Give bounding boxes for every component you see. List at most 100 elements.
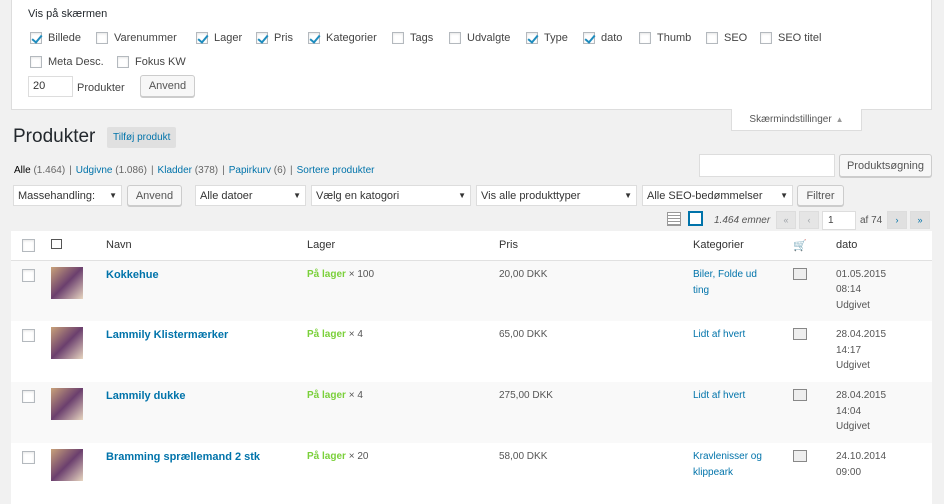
column-toggle[interactable]: Udvalgte (449, 32, 510, 44)
checkbox[interactable] (30, 56, 42, 68)
sort-products-link[interactable]: Sortere produkter (297, 165, 375, 176)
product-type-icon (793, 328, 807, 340)
stock-status: På lager (307, 268, 346, 280)
filter-all-link[interactable]: Alle (14, 165, 31, 176)
items-count: 1.464 emner (714, 215, 771, 226)
column-toggle[interactable]: Varenummer (96, 32, 177, 44)
seo-filter-select[interactable]: Alle SEO-bedømmelser ▼ (642, 185, 793, 206)
column-toggle[interactable]: Type (526, 32, 568, 44)
product-name-link[interactable]: Lammily dukke (106, 390, 185, 402)
column-toggle-label: dato (601, 32, 623, 44)
date-value: 28.04.2015 (836, 329, 887, 340)
column-toggle[interactable]: Thumb (639, 32, 691, 44)
add-product-button[interactable]: Tilføj produkt (107, 127, 177, 148)
screen-options-tab-label: Skærmindstillinger (749, 114, 832, 125)
excerpt-view-icon[interactable] (688, 211, 703, 226)
screen-options-title: Vis på skærmen (28, 8, 108, 20)
column-toggle-label: Thumb (657, 32, 692, 44)
row-checkbox[interactable] (22, 390, 35, 403)
column-toggle[interactable]: Billede (30, 32, 81, 44)
current-page-input[interactable]: 1 (822, 211, 856, 230)
product-thumbnail[interactable] (51, 266, 83, 299)
screen-apply-button[interactable]: Anvend (140, 75, 195, 97)
filter-published-link[interactable]: Udgivne (76, 165, 113, 176)
column-toggle[interactable]: Meta Desc. (30, 56, 104, 68)
checkbox[interactable] (30, 32, 42, 44)
column-toggle[interactable]: SEO titel (760, 32, 821, 44)
filter-button[interactable]: Filtrer (797, 185, 844, 206)
category-link[interactable]: Kravlenisser og (693, 449, 793, 465)
product-search-button[interactable]: Produktsøgning (839, 154, 932, 177)
column-toggle-label: Meta Desc. (48, 56, 104, 68)
checkbox[interactable] (583, 32, 595, 44)
checkbox[interactable] (639, 32, 651, 44)
column-toggle[interactable]: Fokus KW (117, 56, 186, 68)
product-thumbnail[interactable] (51, 388, 83, 420)
caret-up-icon: ▲ (835, 115, 844, 124)
column-toggle[interactable]: Lager (196, 32, 242, 44)
column-toggle[interactable]: SEO (706, 32, 747, 44)
stock-qty: × 100 (348, 268, 375, 280)
checkbox[interactable] (308, 32, 320, 44)
product-name-link[interactable]: Bramming sprællemand 2 stk (106, 451, 260, 463)
checkbox[interactable] (449, 32, 461, 44)
date-column-header[interactable]: dato (836, 231, 932, 261)
checkbox[interactable] (256, 32, 268, 44)
search-input[interactable] (699, 154, 835, 177)
next-page-button[interactable]: › (887, 211, 907, 229)
checkbox[interactable] (117, 56, 129, 68)
column-toggle[interactable]: Pris (256, 32, 293, 44)
column-toggle[interactable]: dato (583, 32, 622, 44)
category-link[interactable]: Lidt af hvert (693, 388, 793, 404)
product-thumbnail[interactable] (51, 327, 83, 359)
page-title: Produkter (13, 126, 96, 147)
chevron-down-icon: ▼ (780, 191, 788, 200)
stock-column-header: Lager (307, 231, 499, 261)
checkbox[interactable] (96, 32, 108, 44)
filter-drafts-link[interactable]: Kladder (158, 165, 192, 176)
filter-trash-link[interactable]: Papirkurv (229, 165, 271, 176)
column-toggle-label: SEO titel (778, 32, 822, 44)
category-link[interactable]: Biler, Folde ud (693, 267, 793, 283)
price-column-header[interactable]: Pris (499, 231, 693, 261)
chevron-down-icon: ▼ (109, 191, 117, 200)
category-link[interactable]: klippeark (693, 465, 793, 481)
column-toggle-label: SEO (724, 32, 748, 44)
per-page-input[interactable]: 20 (28, 76, 73, 97)
row-checkbox[interactable] (22, 451, 35, 464)
category-filter-select[interactable]: Vælg en katogori ▼ (311, 185, 471, 206)
type-filter-value: Vis alle produkttyper (481, 189, 581, 202)
bulk-action-select[interactable]: Massehandling: ▼ (13, 185, 122, 206)
product-name-link[interactable]: Lammily Klistermærker (106, 329, 228, 341)
stock-qty: × 4 (348, 390, 363, 401)
date-filter-select[interactable]: Alle datoer ▼ (195, 185, 306, 206)
category-link[interactable]: ting (693, 283, 793, 299)
checkbox[interactable] (196, 32, 208, 44)
product-type-icon (793, 389, 807, 401)
seo-filter-value: Alle SEO-bedømmelser (647, 189, 763, 202)
checkbox[interactable] (392, 32, 404, 44)
date-value: 01.05.2015 (836, 268, 887, 280)
list-view-icon[interactable] (667, 212, 681, 226)
category-link[interactable]: Lidt af hvert (693, 327, 793, 343)
checkbox[interactable] (760, 32, 772, 44)
column-toggle[interactable]: Kategorier (308, 32, 377, 44)
product-name-link[interactable]: Kokkehue (106, 269, 159, 281)
image-column-icon (51, 238, 62, 249)
row-checkbox[interactable] (22, 268, 35, 282)
column-toggle-label: Varenummer (114, 32, 177, 44)
select-all-checkbox[interactable] (22, 238, 35, 252)
product-price: 58,00 DKK (499, 451, 548, 462)
bulk-apply-button[interactable]: Anvend (127, 185, 182, 206)
product-thumbnail[interactable] (51, 449, 83, 481)
type-filter-select[interactable]: Vis alle produkttyper ▼ (476, 185, 637, 206)
row-checkbox[interactable] (22, 329, 35, 342)
table-row: Lammily dukke På lager × 4 275,00 DKK Lidt … (11, 382, 932, 443)
column-toggle[interactable]: Tags (392, 32, 433, 44)
screen-options-tab[interactable]: Skærmindstillinger ▲ (731, 109, 862, 131)
name-column-header[interactable]: Navn (106, 231, 307, 261)
checkbox[interactable] (526, 32, 538, 44)
last-page-button[interactable]: » (910, 211, 930, 229)
checkbox[interactable] (706, 32, 718, 44)
product-type-icon (793, 450, 807, 462)
